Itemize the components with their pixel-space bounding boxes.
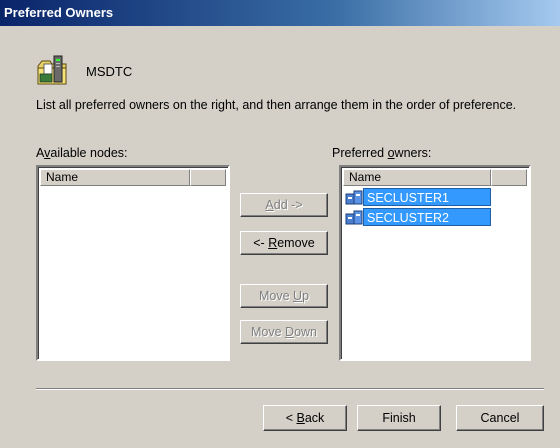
owner-node-name: SECLUSTER2 bbox=[363, 208, 491, 226]
footer-separator bbox=[36, 388, 544, 390]
instructions-text: List all preferred owners on the right, … bbox=[36, 98, 517, 112]
finish-button[interactable]: Finish bbox=[357, 405, 441, 431]
window-title: Preferred Owners bbox=[4, 5, 114, 20]
preferred-name-column-header[interactable]: Name bbox=[343, 169, 491, 186]
cancel-button[interactable]: Cancel bbox=[456, 405, 544, 431]
remove-button[interactable]: <- Remove bbox=[240, 231, 328, 255]
cluster-node-icon bbox=[345, 209, 363, 226]
add-button[interactable]: Add -> bbox=[240, 193, 328, 217]
available-nodes-list[interactable]: Name bbox=[36, 165, 230, 361]
preferred-header-filler bbox=[491, 169, 527, 186]
move-down-button[interactable]: Move Down bbox=[240, 320, 328, 344]
available-nodes-label: Available nodes: bbox=[36, 146, 128, 160]
preferred-owners-list[interactable]: Name SECLUSTER1 SECLUSTER2 bbox=[339, 165, 531, 361]
list-item[interactable]: SECLUSTER2 bbox=[343, 207, 493, 227]
owner-node-name: SECLUSTER1 bbox=[363, 188, 491, 206]
resource-folder-icon bbox=[36, 52, 70, 86]
window-title-bar[interactable]: Preferred Owners bbox=[0, 0, 560, 26]
resource-name: MSDTC bbox=[86, 64, 133, 79]
list-item[interactable]: SECLUSTER1 bbox=[343, 187, 493, 207]
available-name-column-header[interactable]: Name bbox=[40, 169, 190, 186]
back-button[interactable]: < Back bbox=[263, 405, 347, 431]
move-up-button[interactable]: Move Up bbox=[240, 284, 328, 308]
preferred-owners-label: Preferred owners: bbox=[332, 146, 432, 160]
available-header-filler bbox=[190, 169, 226, 186]
cluster-node-icon bbox=[345, 189, 363, 206]
